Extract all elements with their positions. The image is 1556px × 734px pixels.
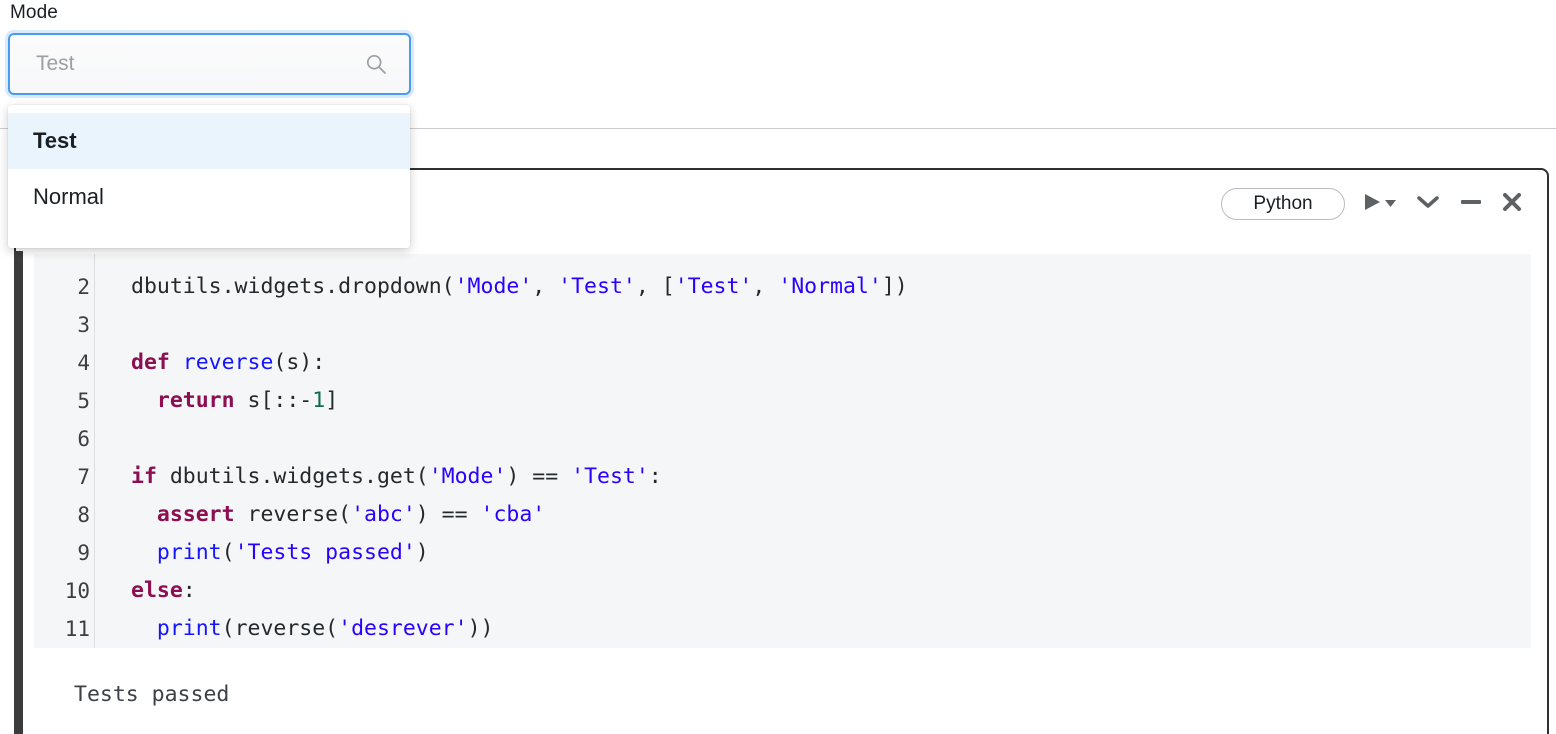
- collapse-cell-button[interactable]: [1415, 193, 1441, 216]
- line-number: 2: [77, 275, 90, 299]
- code-token-pl: , [: [635, 274, 675, 299]
- search-icon: [365, 53, 387, 75]
- code-token-pl: ): [415, 540, 429, 565]
- code-row[interactable]: 8 assert reverse('abc') == 'cba': [34, 496, 1531, 534]
- minimize-cell-button[interactable]: [1459, 193, 1483, 216]
- code-line-text[interactable]: else:: [110, 572, 196, 610]
- line-number: 9: [77, 541, 90, 565]
- code-token-pl: :: [648, 464, 662, 489]
- code-token-kw: else: [131, 578, 183, 603]
- cell-toolbar: Python: [1221, 188, 1523, 220]
- code-token-pl: ,: [532, 274, 559, 299]
- line-number: 11: [64, 617, 90, 641]
- code-token-str: 'Mode': [454, 274, 533, 299]
- code-token-pl: reverse(: [234, 502, 352, 527]
- mode-option-normal[interactable]: Normal: [8, 169, 410, 225]
- code-line-text[interactable]: if dbutils.widgets.get('Mode') == 'Test'…: [110, 458, 662, 496]
- code-token-str: 'Normal': [778, 274, 882, 299]
- code-row[interactable]: 2 dbutils.widgets.dropdown('Mode', 'Test'…: [34, 268, 1531, 306]
- line-number: 8: [77, 503, 90, 527]
- code-token-str: 'cba': [480, 502, 546, 527]
- code-token-pl: ) ==: [506, 464, 572, 489]
- line-number: 5: [77, 389, 90, 413]
- code-token-pl: ,: [752, 274, 779, 299]
- widget-label-mode: Mode: [10, 2, 58, 23]
- code-token-str: 'Test': [571, 464, 649, 489]
- code-token-kw: assert: [156, 502, 235, 527]
- code-token-fn: print: [156, 616, 222, 641]
- code-line-text[interactable]: dbutils.widgets.dropdown('Mode', 'Test',…: [110, 268, 908, 306]
- code-row[interactable]: 11 print(reverse('desrever')): [34, 610, 1531, 648]
- code-row[interactable]: 7 if dbutils.widgets.get('Mode') == 'Test…: [34, 458, 1531, 496]
- code-token-str: 'desrever': [338, 616, 468, 641]
- minus-icon: [1459, 193, 1483, 216]
- code-token-pl: :: [182, 578, 196, 603]
- code-token-str: 'Test': [674, 274, 753, 299]
- code-token-pl: ]: [325, 388, 339, 413]
- mode-combobox-field[interactable]: Test: [8, 33, 411, 95]
- code-token-str: 'Mode': [428, 464, 507, 489]
- code-lines[interactable]: 2 dbutils.widgets.dropdown('Mode', 'Test'…: [34, 268, 1531, 648]
- language-badge[interactable]: Python: [1221, 188, 1345, 220]
- code-row[interactable]: 6: [34, 420, 1531, 458]
- code-line-text[interactable]: assert reverse('abc') == 'cba': [110, 496, 545, 534]
- code-row[interactable]: 10 else:: [34, 572, 1531, 610]
- cell-output: Tests passed: [34, 670, 1531, 732]
- close-icon: [1501, 191, 1523, 218]
- code-line-text[interactable]: print(reverse('desrever')): [110, 610, 494, 648]
- code-line-text[interactable]: print('Tests passed'): [110, 534, 429, 572]
- play-icon: [1363, 192, 1382, 217]
- mode-dropdown-menu[interactable]: Test Normal: [8, 105, 410, 248]
- code-token-fn: reverse: [182, 350, 274, 375]
- chevron-down-icon: [1415, 193, 1441, 216]
- code-token-kw: if: [131, 464, 157, 489]
- code-row[interactable]: 5 return s[::-1]: [34, 382, 1531, 420]
- code-token-kw: return: [156, 388, 235, 413]
- code-token-str: 'Test': [558, 274, 636, 299]
- code-token-pl: )): [467, 616, 494, 641]
- code-token-pl: dbutils.widgets.get(: [156, 464, 429, 489]
- line-number: 6: [77, 427, 90, 451]
- code-token-pl: s[::-: [234, 388, 313, 413]
- line-number: 3: [77, 313, 90, 337]
- line-number: 10: [64, 579, 90, 603]
- code-line-text[interactable]: [110, 420, 131, 458]
- line-number: 7: [77, 465, 90, 489]
- cell-output-text: Tests passed: [74, 682, 230, 707]
- mode-combobox[interactable]: Test: [8, 33, 411, 95]
- code-token-fn: print: [156, 540, 222, 565]
- code-row[interactable]: 3: [34, 306, 1531, 344]
- code-token-pl: dbutils.widgets.dropdown(: [131, 274, 455, 299]
- code-row[interactable]: 4 def reverse(s):: [34, 344, 1531, 382]
- cell-selection-bar: [14, 251, 23, 734]
- code-editor[interactable]: 2 dbutils.widgets.dropdown('Mode', 'Test'…: [34, 254, 1531, 648]
- code-token-kw: def: [131, 350, 170, 375]
- gutter-divider: [94, 254, 95, 648]
- mode-option-test[interactable]: Test: [8, 113, 410, 169]
- line-number: 4: [77, 351, 90, 375]
- code-token-pl: (s):: [273, 350, 326, 375]
- code-token-str: 'abc': [351, 502, 416, 527]
- code-line-text[interactable]: return s[::-1]: [110, 382, 338, 420]
- code-token-pl: (: [221, 540, 235, 565]
- code-token-str: 'Tests passed': [234, 540, 416, 565]
- run-cell-button[interactable]: [1363, 192, 1397, 217]
- notebook-screen: Mode Test Python 2 dbutils.widgets.dropd…: [0, 0, 1556, 734]
- close-cell-button[interactable]: [1501, 191, 1523, 218]
- code-token-pl: ) ==: [415, 502, 481, 527]
- code-token-pl: ]): [881, 274, 908, 299]
- code-token-pl: (reverse(: [221, 616, 339, 641]
- code-token-num: 1: [312, 388, 326, 413]
- code-line-text[interactable]: [110, 306, 131, 344]
- mode-combobox-placeholder: Test: [36, 52, 75, 75]
- code-row[interactable]: 9 print('Tests passed'): [34, 534, 1531, 572]
- caret-down-icon: [1384, 195, 1397, 213]
- code-line-text[interactable]: def reverse(s):: [110, 344, 325, 382]
- notebook-cell: Python 2 dbutils.widgets.dropdown('Mode'…: [14, 168, 1549, 734]
